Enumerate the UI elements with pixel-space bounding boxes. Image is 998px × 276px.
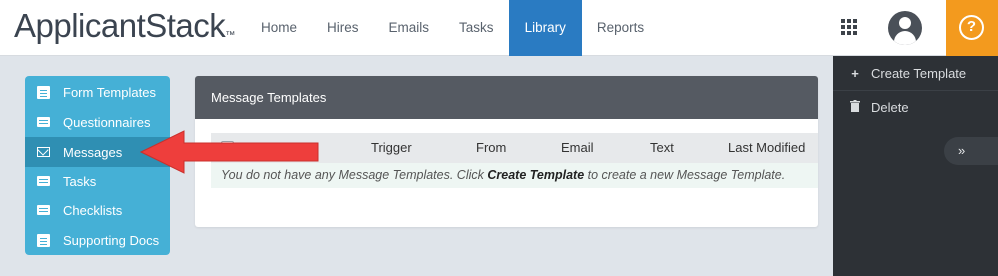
document-icon (37, 85, 50, 99)
help-button[interactable]: ? (946, 0, 998, 56)
sidebar-item-label: Questionnaires (63, 114, 151, 130)
user-avatar-icon[interactable] (888, 11, 922, 45)
list-icon (37, 205, 50, 215)
plus-icon: + (851, 65, 859, 81)
sidebar-item-label: Checklists (63, 202, 123, 218)
panel-title: Message Templates (195, 76, 818, 119)
red-arrow-annotation (140, 130, 319, 174)
double-chevron-right-icon: » (958, 143, 966, 158)
sidebar-item-label: Tasks (63, 173, 97, 189)
sidebar-item-label: Messages (63, 144, 123, 160)
list-icon (37, 176, 50, 186)
column-header-email[interactable]: Email (561, 133, 594, 163)
column-header-text[interactable]: Text (650, 133, 674, 163)
collapse-panel-button[interactable]: » (944, 137, 998, 165)
nav-emails[interactable]: Emails (374, 0, 445, 56)
applicantstack-logo[interactable]: ApplicantStack™ (14, 6, 235, 46)
create-template-button[interactable]: + Create Template (833, 56, 998, 90)
nav-tasks[interactable]: Tasks (444, 0, 509, 56)
nav-reports[interactable]: Reports (582, 0, 659, 56)
sidebar-item-label: Supporting Docs (63, 232, 160, 248)
column-header-from[interactable]: From (476, 133, 506, 163)
nav-hires[interactable]: Hires (312, 0, 374, 56)
document-icon (37, 233, 50, 247)
envelope-icon (37, 147, 50, 157)
top-navbar: ApplicantStack™ Home Hires Emails Tasks … (0, 0, 998, 56)
action-label: Delete (871, 99, 909, 115)
create-template-hint: Create Template (487, 168, 585, 182)
trash-icon (849, 99, 861, 115)
sidebar-item-label: Form Templates (63, 84, 156, 100)
logo-text: ApplicantStack (14, 7, 226, 44)
column-header-trigger[interactable]: Trigger (371, 133, 412, 163)
sidebar-item-supporting-docs[interactable]: Supporting Docs (25, 225, 170, 255)
apps-grid-icon[interactable] (841, 19, 859, 37)
delete-button[interactable]: Delete (833, 90, 998, 124)
list-icon (37, 117, 50, 127)
logo-trademark: ™ (225, 30, 235, 41)
action-label: Create Template (871, 65, 967, 81)
sidebar-item-form-templates[interactable]: Form Templates (25, 77, 170, 107)
sidebar-item-checklists[interactable]: Checklists (25, 195, 170, 225)
nav-library[interactable]: Library (508, 0, 582, 56)
actions-panel: + Create Template Delete (833, 56, 998, 276)
column-header-last-modified[interactable]: Last Modified (728, 133, 805, 163)
nav-home[interactable]: Home (246, 0, 312, 56)
main-nav: Home Hires Emails Tasks Library Reports (246, 0, 659, 56)
question-icon: ? (959, 15, 984, 40)
